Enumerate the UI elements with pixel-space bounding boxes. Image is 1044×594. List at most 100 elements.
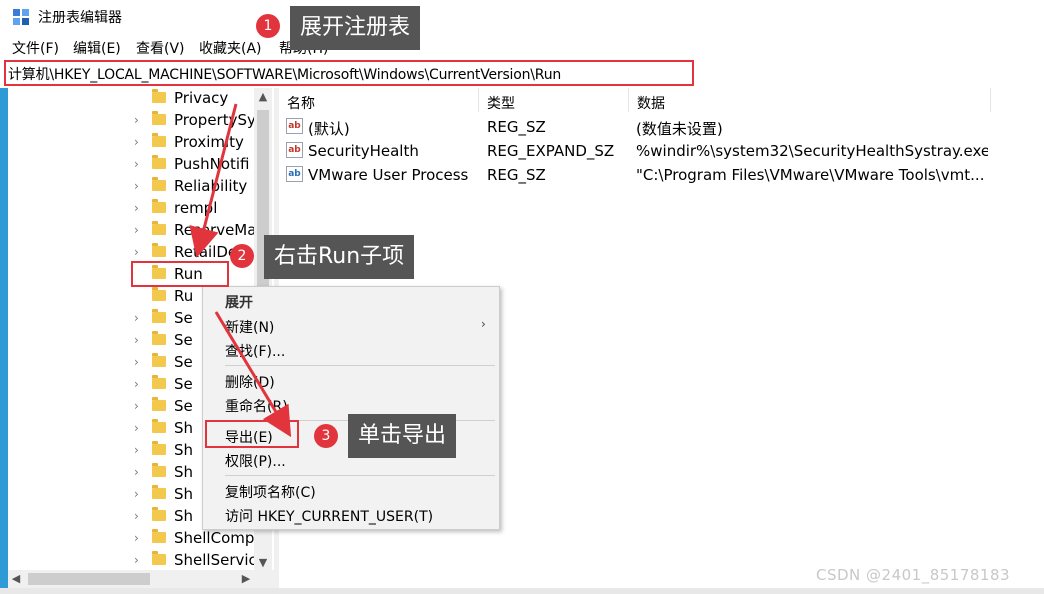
bottom-edge xyxy=(0,588,1044,594)
tree-item[interactable]: › Reliability xyxy=(8,176,254,198)
folder-icon xyxy=(152,89,166,103)
tree-item[interactable]: › ReserveMa xyxy=(8,220,254,242)
tree-item[interactable]: › Proximity xyxy=(8,132,254,154)
tree-item-label: Sh xyxy=(174,419,194,437)
menu-visit-hkcu[interactable]: 访问 HKEY_CURRENT_USER(T) xyxy=(225,506,433,526)
menu-separator xyxy=(225,475,495,476)
string-value-icon: ab xyxy=(286,142,303,158)
menu-edit[interactable]: 编辑(E) xyxy=(73,38,121,58)
tree-item-label: Se xyxy=(174,375,193,393)
folder-icon xyxy=(152,111,166,125)
chevron-right-icon[interactable]: › xyxy=(134,201,139,215)
folder-icon xyxy=(152,485,166,499)
value-data: "C:\Program Files\VMware\VMware Tools\vm… xyxy=(636,166,985,184)
menu-view[interactable]: 查看(V) xyxy=(136,38,185,58)
menu-separator xyxy=(225,365,495,366)
menu-file[interactable]: 文件(F) xyxy=(12,38,59,58)
chevron-right-icon[interactable]: › xyxy=(134,399,139,413)
submenu-arrow-icon: › xyxy=(481,317,486,331)
chevron-right-icon[interactable]: › xyxy=(134,135,139,149)
folder-icon xyxy=(152,353,166,367)
tree-item[interactable]: › ShellServic xyxy=(8,550,254,572)
tree-item-label: Sh xyxy=(174,507,194,525)
tree-item[interactable]: Privacy xyxy=(8,88,254,110)
chevron-right-icon[interactable]: › xyxy=(134,355,139,369)
tree-item[interactable]: › PropertySy xyxy=(8,110,254,132)
menu-rename[interactable]: 重命名(R) xyxy=(225,396,288,416)
value-row[interactable]: ab (默认) REG_SZ (数值未设置) xyxy=(284,115,1004,139)
chevron-right-icon[interactable]: › xyxy=(134,333,139,347)
chevron-right-icon[interactable]: › xyxy=(134,487,139,501)
folder-icon xyxy=(152,551,166,565)
title-bar xyxy=(0,0,1044,34)
folder-icon xyxy=(152,397,166,411)
folder-icon xyxy=(152,507,166,521)
tree-item-label: Se xyxy=(174,331,193,349)
scroll-left-icon[interactable]: ◀ xyxy=(8,570,24,588)
menu-delete[interactable]: 删除(D) xyxy=(225,372,275,392)
chevron-right-icon[interactable]: › xyxy=(134,443,139,457)
chevron-right-icon[interactable]: › xyxy=(134,113,139,127)
tree-item-label: ReserveMa xyxy=(174,221,254,239)
folder-icon xyxy=(152,199,166,213)
column-divider[interactable] xyxy=(628,88,629,112)
tree-horizontal-scrollbar[interactable]: ◀ ▶ xyxy=(8,570,274,588)
scroll-right-icon[interactable]: ▶ xyxy=(238,570,254,588)
watermark: CSDN @2401_85178183 xyxy=(816,566,1011,584)
address-path[interactable]: 计算机\HKEY_LOCAL_MACHINE\SOFTWARE\Microsof… xyxy=(8,64,561,84)
folder-icon xyxy=(152,331,166,345)
column-divider[interactable] xyxy=(990,88,991,112)
tree-item-label: Privacy xyxy=(174,89,229,107)
tree-item-label: ShellServic xyxy=(174,551,254,569)
tree-item-label: Sh xyxy=(174,441,194,459)
tree-item-label: Proximity xyxy=(174,133,244,151)
menu-favorites[interactable]: 收藏夹(A) xyxy=(199,38,262,58)
string-value-icon: ab xyxy=(286,118,303,134)
chevron-right-icon[interactable]: › xyxy=(134,223,139,237)
chevron-right-icon[interactable]: › xyxy=(134,179,139,193)
folder-icon xyxy=(152,309,166,323)
chevron-right-icon[interactable]: › xyxy=(134,245,139,259)
context-menu: 展开 新建(N) › 查找(F)... 删除(D) 重命名(R) 导出(E) 权… xyxy=(202,286,500,530)
tree-item-label: ShellComp xyxy=(174,529,254,547)
tree-item[interactable]: › rempl xyxy=(8,198,254,220)
folder-icon xyxy=(152,133,166,147)
scroll-thumb-horizontal[interactable] xyxy=(28,573,150,585)
column-header-type[interactable]: 类型 xyxy=(487,93,515,113)
value-type: REG_SZ xyxy=(487,166,546,184)
string-value-icon: ab xyxy=(286,166,303,182)
chevron-right-icon[interactable]: › xyxy=(134,377,139,391)
menu-expand[interactable]: 展开 xyxy=(225,292,253,312)
step-badge: 1 xyxy=(256,14,280,38)
folder-icon xyxy=(152,287,166,301)
tree-item-label: Sh xyxy=(174,463,194,481)
chevron-right-icon[interactable]: › xyxy=(134,157,139,171)
scroll-up-icon[interactable]: ▲ xyxy=(254,88,272,106)
run-highlight-box xyxy=(131,261,229,287)
menu-permissions[interactable]: 权限(P)... xyxy=(225,451,286,471)
menu-find[interactable]: 查找(F)... xyxy=(225,341,285,361)
step-badge: 2 xyxy=(230,244,254,268)
value-data: (数值未设置) xyxy=(636,120,723,138)
chevron-right-icon[interactable]: › xyxy=(134,553,139,567)
step-badge: 3 xyxy=(314,424,338,448)
menu-copy-key-name[interactable]: 复制项名称(C) xyxy=(225,482,316,502)
chevron-right-icon[interactable]: › xyxy=(134,311,139,325)
value-row[interactable]: ab SecurityHealth REG_EXPAND_SZ %windir%… xyxy=(284,139,1004,163)
tree-item[interactable]: › ShellComp xyxy=(8,528,254,550)
chevron-right-icon[interactable]: › xyxy=(134,465,139,479)
value-row[interactable]: ab VMware User Process REG_SZ "C:\Progra… xyxy=(284,163,1004,187)
chevron-right-icon[interactable]: › xyxy=(134,509,139,523)
registry-editor-icon xyxy=(13,9,29,25)
chevron-right-icon[interactable]: › xyxy=(134,421,139,435)
folder-icon xyxy=(152,221,166,235)
menu-new[interactable]: 新建(N) xyxy=(225,317,274,337)
column-header-data[interactable]: 数据 xyxy=(637,93,665,113)
column-divider[interactable] xyxy=(478,88,479,112)
chevron-right-icon[interactable]: › xyxy=(134,531,139,545)
folder-icon xyxy=(152,419,166,433)
folder-icon xyxy=(152,243,166,257)
column-header-name[interactable]: 名称 xyxy=(287,93,315,113)
tree-item[interactable]: › PushNotifi xyxy=(8,154,254,176)
value-type: REG_EXPAND_SZ xyxy=(487,142,615,160)
